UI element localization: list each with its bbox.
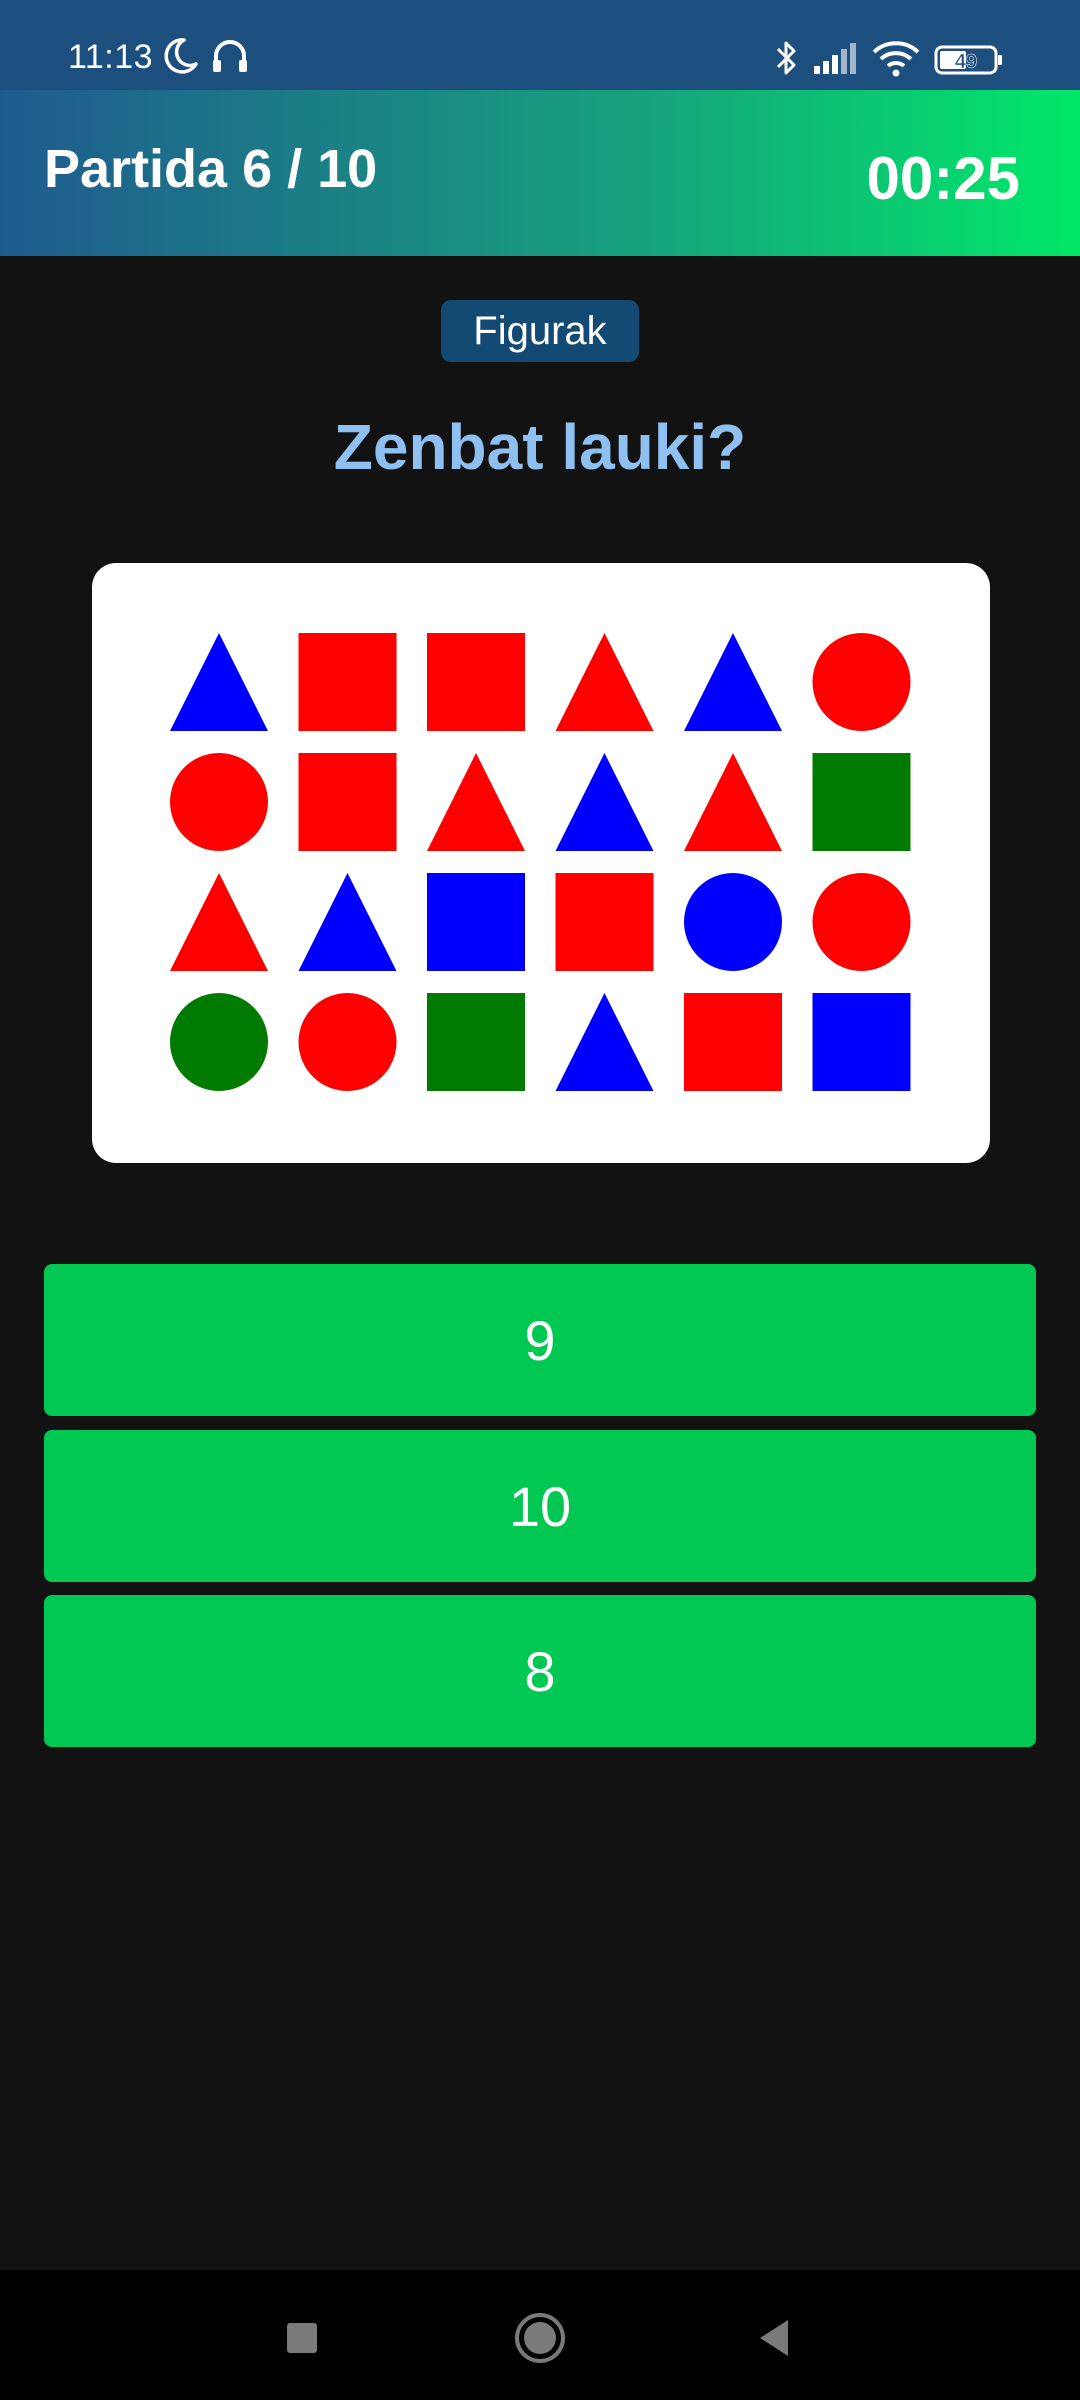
blue-square-r4c6 [812, 993, 911, 1091]
question-text: Zenbat lauki? [333, 411, 747, 483]
answer-option-3[interactable]: 8 [44, 1595, 1036, 1747]
blue-triangle-r2c4 [555, 753, 654, 851]
countdown-timer: 00:25 [866, 145, 1020, 212]
red-square-r3c4 [555, 873, 654, 971]
green-square-r4c3 [427, 993, 525, 1091]
bluetooth-icon [776, 41, 796, 75]
answer-option-2[interactable]: 10 [44, 1430, 1036, 1582]
moon-icon [164, 38, 198, 74]
shapes-canvas [170, 633, 911, 1091]
system-nav-bar [0, 2270, 1080, 2400]
red-circle-r3c6 [812, 873, 911, 971]
battery-level: 49 [955, 51, 977, 73]
shapes-figure [92, 563, 990, 1163]
red-square-r1c2 [298, 633, 397, 731]
round-counter: Partida 6 / 10 [44, 139, 378, 199]
green-circle-r4c1 [170, 993, 268, 1091]
battery-icon: 49 [934, 45, 1002, 75]
red-triangle-r2c3 [427, 753, 525, 851]
red-triangle-r3c1 [170, 873, 268, 971]
category-badge: Figurak [441, 300, 639, 362]
blue-triangle-r1c5 [684, 633, 782, 731]
green-square-r2c6 [812, 753, 911, 851]
status-time: 11:13 [68, 38, 154, 76]
quiz-screen: 11:13 49 Partida 6 / 10 00:25 Figurak Ze… [0, 0, 1080, 2400]
blue-triangle-r1c1 [170, 633, 268, 731]
blue-circle-r3c5 [684, 873, 782, 971]
red-square-r1c3 [427, 633, 525, 731]
red-circle-r4c2 [298, 993, 397, 1091]
blue-triangle-r3c2 [298, 873, 397, 971]
red-square-r4c5 [684, 993, 782, 1091]
blue-triangle-r4c4 [555, 993, 654, 1091]
home-button[interactable] [510, 2308, 570, 2368]
red-triangle-r2c5 [684, 753, 782, 851]
back-button[interactable] [744, 2308, 804, 2368]
signal-icon [814, 43, 856, 74]
headphones-icon [213, 40, 247, 72]
wifi-icon [872, 41, 920, 77]
answer-option-1[interactable]: 9 [44, 1264, 1036, 1416]
red-circle-r2c1 [170, 753, 268, 851]
red-triangle-r1c4 [555, 633, 654, 731]
blue-square-r3c3 [427, 873, 525, 971]
red-square-r2c2 [298, 753, 397, 851]
game-header: Partida 6 / 10 00:25 [0, 90, 1080, 256]
recents-button[interactable] [272, 2308, 332, 2368]
status-bar: 11:13 49 [0, 0, 1080, 90]
red-circle-r1c6 [812, 633, 911, 731]
